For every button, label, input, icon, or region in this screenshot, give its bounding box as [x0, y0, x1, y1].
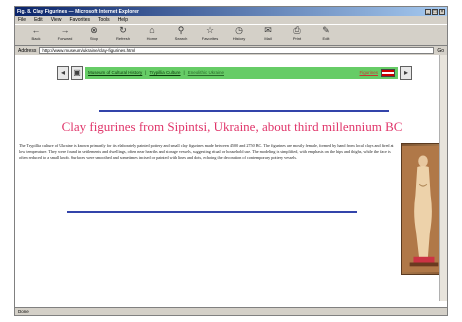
title-bar: Fig. 8. Clay Figurines — Microsoft Inter…	[15, 7, 447, 16]
nav-link-bar: Museum of Cultural History | Trypillia C…	[85, 66, 398, 79]
history-icon: ◷	[235, 25, 243, 35]
menu-edit[interactable]: Edit	[34, 17, 43, 23]
back-button[interactable]: ← Back	[23, 25, 49, 45]
search-icon: ⚲	[177, 25, 185, 35]
page-title: Clay figurines from Sipintsi, Ukraine, a…	[61, 119, 403, 134]
menu-view[interactable]: View	[51, 17, 62, 23]
vertical-scrollbar[interactable]	[439, 55, 447, 301]
printer-icon: ⎙	[293, 25, 301, 35]
site-navigation: ◂ ▣ Museum of Cultural History | Trypill…	[57, 65, 412, 80]
search-button[interactable]: ⚲ Search	[168, 25, 194, 45]
forward-arrow-icon: →	[60, 25, 70, 35]
favorites-button[interactable]: ☆ Favorites	[197, 25, 223, 45]
pencil-icon: ✎	[322, 25, 330, 35]
minimize-button[interactable]: _	[425, 8, 431, 15]
back-arrow-icon: ←	[31, 25, 41, 35]
home-button[interactable]: ⌂ Home	[139, 25, 165, 45]
stop-button[interactable]: ⊗ Stop	[81, 25, 107, 45]
address-bar: Address http://www.museum/ukraine/clay-f…	[15, 46, 447, 55]
print-button[interactable]: ⎙ Print	[284, 25, 310, 45]
flag-icon[interactable]	[381, 68, 395, 77]
forward-button[interactable]: → Forward	[52, 25, 78, 45]
nav-link-figurines[interactable]: Figurines	[359, 70, 378, 75]
menu-help[interactable]: Help	[118, 17, 128, 23]
status-bar: Done	[15, 307, 447, 315]
address-input[interactable]: http://www.museum/ukraine/clay-figurines…	[39, 47, 435, 54]
nav-link-culture[interactable]: Trypillia Culture	[149, 70, 180, 75]
stop-icon: ⊗	[90, 25, 98, 35]
prev-page-button[interactable]: ◂	[57, 65, 69, 80]
go-button[interactable]: Go	[437, 48, 444, 54]
next-page-button[interactable]: ▸	[400, 65, 412, 80]
refresh-icon: ↻	[119, 25, 127, 35]
address-label: Address	[18, 47, 37, 54]
window-title: Fig. 8. Clay Figurines — Microsoft Inter…	[17, 8, 139, 15]
mail-button[interactable]: ✉ Mail	[255, 25, 281, 45]
browser-window: Fig. 8. Clay Figurines — Microsoft Inter…	[14, 6, 448, 316]
home-page-button[interactable]: ▣	[71, 65, 83, 80]
home-icon: ⌂	[149, 25, 155, 35]
history-button[interactable]: ◷ History	[226, 25, 252, 45]
divider-top	[99, 110, 389, 112]
star-icon: ☆	[205, 25, 215, 35]
menu-bar: File Edit View Favorites Tools Help	[15, 16, 447, 24]
nav-separator: |	[183, 70, 185, 75]
maximize-button[interactable]: □	[432, 8, 438, 15]
page-content: ◂ ▣ Museum of Cultural History | Trypill…	[15, 55, 447, 309]
menu-file[interactable]: File	[18, 17, 26, 23]
description-text: The Trypillia culture of Ukraine is know…	[19, 143, 394, 160]
mail-icon: ✉	[264, 25, 272, 35]
menu-favorites[interactable]: Favorites	[69, 17, 90, 23]
menu-tools[interactable]: Tools	[98, 17, 110, 23]
nav-separator: |	[145, 70, 147, 75]
toolbar: ← Back → Forward ⊗ Stop ↻ Refresh ⌂ Home ⚲ Sea…	[15, 24, 447, 46]
nav-link-museum[interactable]: Museum of Cultural History	[88, 70, 142, 75]
edit-button[interactable]: ✎ Edit	[313, 25, 339, 45]
divider-bottom	[67, 211, 357, 213]
close-button[interactable]: ×	[439, 8, 445, 15]
nav-link-eneolithic[interactable]: Eneolithic Ukraine	[188, 70, 224, 75]
refresh-button[interactable]: ↻ Refresh	[110, 25, 136, 45]
